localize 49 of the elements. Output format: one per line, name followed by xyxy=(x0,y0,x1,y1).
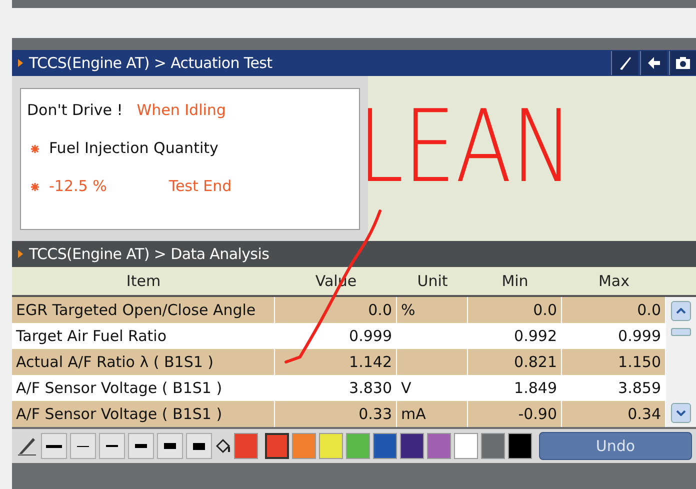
table-cell: % xyxy=(397,297,468,323)
scroll-up-icon[interactable] xyxy=(671,301,691,321)
paint-bucket-icon[interactable] xyxy=(215,437,231,455)
table-cell: 0.0 xyxy=(275,297,397,323)
caret-icon xyxy=(18,250,23,258)
color-swatch[interactable] xyxy=(427,433,451,459)
color-swatch[interactable] xyxy=(481,433,505,459)
test-status: Test End xyxy=(168,177,232,195)
color-swatch[interactable] xyxy=(346,433,370,459)
line-width-button[interactable] xyxy=(186,433,212,459)
panel-title: TCCS(Engine AT) > Data Analysis xyxy=(29,245,270,263)
scrollbar-thumb[interactable] xyxy=(671,328,691,336)
test-item-label: Fuel Injection Quantity xyxy=(49,139,218,157)
color-swatch[interactable] xyxy=(454,433,478,459)
line-width-button[interactable] xyxy=(157,433,183,459)
table-cell: Actual A/F Ratio λ ( B1S1 ) xyxy=(12,349,275,375)
table-cell: A/F Sensor Voltage ( B1S1 ) xyxy=(12,401,275,427)
table-cell: mA xyxy=(397,401,468,427)
table-cell: -0.90 xyxy=(468,401,562,427)
color-swatch[interactable] xyxy=(292,433,316,459)
undo-button[interactable]: Undo xyxy=(539,432,692,460)
column-header: Min xyxy=(500,272,530,290)
color-swatch[interactable] xyxy=(373,433,397,459)
line-width-button[interactable] xyxy=(99,433,125,459)
table-cell: 0.33 xyxy=(275,401,397,427)
column-header: Unit xyxy=(416,272,449,290)
line-width-button[interactable] xyxy=(128,433,154,459)
panel-title: TCCS(Engine AT) > Actuation Test xyxy=(29,54,274,72)
pen-icon[interactable] xyxy=(16,435,38,457)
camera-icon[interactable] xyxy=(669,51,696,75)
table-cell: 0.0 xyxy=(468,297,562,323)
brush-icon[interactable] xyxy=(611,51,638,75)
table-cell: EGR Targeted Open/Close Angle xyxy=(12,297,275,323)
current-color-swatch[interactable] xyxy=(234,433,258,459)
caret-icon xyxy=(18,59,23,67)
color-swatch[interactable] xyxy=(400,433,424,459)
handwritten-annotation: LEAN xyxy=(358,92,573,202)
warning-text: Don't Drive ! xyxy=(27,101,123,119)
test-reading: -12.5 % xyxy=(49,177,107,195)
column-header: Max xyxy=(597,272,630,290)
condition-text: When Idling xyxy=(136,101,226,119)
table-cell: 0.821 xyxy=(468,349,562,375)
scroll-down-icon[interactable] xyxy=(671,403,691,423)
color-swatch[interactable] xyxy=(508,433,532,459)
table-cell: 1.142 xyxy=(275,349,397,375)
current-line-width-icon[interactable] xyxy=(41,433,67,459)
color-swatch[interactable] xyxy=(265,433,289,459)
column-header: Item xyxy=(125,272,162,290)
color-swatch[interactable] xyxy=(319,433,343,459)
